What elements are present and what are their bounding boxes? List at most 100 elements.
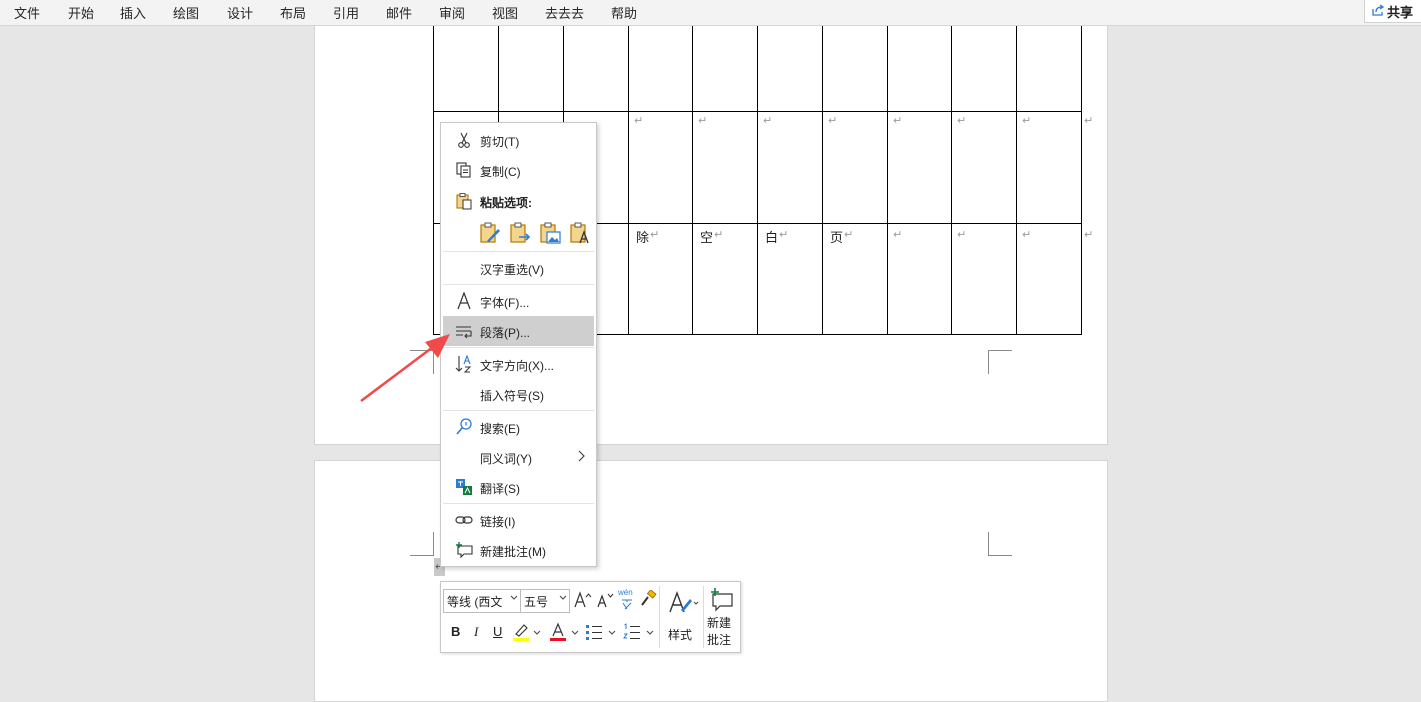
menu-item-text-direction[interactable]: 文字方向(X)... [443,349,594,379]
menu-item-insert-symbol[interactable]: 插入符号(S) [443,379,594,409]
tab-file[interactable]: 文件 [14,3,40,22]
link-icon [455,516,473,524]
menu-item-font[interactable]: 字体(F)... [443,286,594,316]
new-comment-icon [456,542,473,559]
font-name-value: 等线 (西文 [447,595,503,609]
crop-mark [988,350,1012,374]
font-name-dropdown[interactable]: 等线 (西文 [443,589,521,613]
menu-item-label: 汉字重选(V) [480,263,544,277]
tab-custom[interactable]: 去去去 [545,3,584,22]
numbering-icon[interactable] [623,623,641,641]
phonetic-guide-button[interactable]: wén [617,588,637,612]
table-cell-text: 除 [636,230,650,245]
bullets-icon[interactable] [585,623,603,641]
menu-item-label: 同义词(Y) [480,452,532,466]
menu-item-cut[interactable]: 剪切(T) [443,125,594,155]
highlight-icon[interactable] [512,622,530,642]
search-icon [456,418,472,435]
crop-mark [988,532,1012,556]
table-cell-text: 页 [830,230,844,245]
return-mark: ↵ [779,229,789,241]
new-comment-button[interactable]: 新建 批注 [705,584,739,650]
new-comment-icon [711,588,733,612]
styles-button[interactable]: 样式 [663,586,703,648]
table-border [433,111,1082,112]
chevron-down-icon[interactable] [533,628,541,638]
share-button[interactable]: 共享 [1364,0,1421,23]
tab-help[interactable]: 帮助 [611,3,637,22]
font-size-dropdown[interactable]: 五号 [520,589,570,613]
styles-icon [669,590,699,613]
menu-separator [443,284,594,285]
paste-picture-icon[interactable] [538,221,562,245]
table-border [822,26,823,335]
menu-item-label: 搜索(E) [480,422,520,436]
tab-view[interactable]: 视图 [492,3,518,22]
menu-item-link[interactable]: 链接(I) [443,505,594,535]
menu-item-synonyms[interactable]: 同义词(Y) [443,442,594,472]
menu-item-paste-options: 粘贴选项: [443,186,594,216]
menu-item-label: 链接(I) [480,515,516,529]
paste-keep-source-icon[interactable] [478,221,502,245]
grow-font-icon[interactable] [573,590,593,610]
bold-button[interactable]: B [451,624,460,639]
return-mark: ↵ [763,115,773,127]
table-border [433,26,434,335]
chevron-right-icon [578,450,585,462]
menu-item-translate[interactable]: 翻译(S) [443,472,594,502]
tab-mailings[interactable]: 邮件 [386,3,412,22]
tab-references[interactable]: 引用 [333,3,359,22]
format-painter-icon[interactable] [639,590,657,608]
menu-separator [443,503,594,504]
return-mark: ↵ [650,229,660,241]
toolbar-divider [703,586,704,648]
return-mark: ↵ [1022,115,1032,127]
return-mark: ↵ [893,229,903,241]
table-cell-text: 空 [700,230,714,245]
share-icon [1372,4,1385,16]
menu-item-label: 翻译(S) [480,482,520,496]
crop-mark [410,532,434,556]
return-mark: ↵ [957,229,967,241]
return-mark: ↵ [634,115,644,127]
paragraph-icon [456,326,472,339]
menu-item-reconvert[interactable]: 汉字重选(V) [443,253,594,283]
chevron-down-icon[interactable] [646,628,654,638]
font-icon [457,292,471,310]
italic-button[interactable]: I [474,624,478,640]
menu-item-search[interactable]: 搜索(E) [443,412,594,442]
return-mark: ↵ [1022,229,1032,241]
copy-icon [456,162,471,178]
return-mark: ↵ [844,229,854,241]
paste-merge-format-icon[interactable] [508,221,532,245]
shrink-font-icon[interactable] [595,590,615,610]
menu-item-copy[interactable]: 复制(C) [443,155,594,185]
table-border [887,26,888,335]
tab-draw[interactable]: 绘图 [173,3,199,22]
underline-button[interactable]: U [493,624,502,639]
tab-design[interactable]: 设计 [227,3,253,22]
menu-separator [443,410,594,411]
chevron-down-icon[interactable] [608,628,616,638]
ribbon-menu-bar: 文件 开始 插入 绘图 设计 布局 引用 邮件 审阅 视图 去去去 帮助 共享 [0,0,1421,26]
menu-item-label: 插入符号(S) [480,389,544,403]
table-border [1081,26,1082,335]
paste-text-only-icon[interactable] [568,221,592,245]
table-border [951,26,952,335]
tab-insert[interactable]: 插入 [120,3,146,22]
context-menu[interactable]: 剪切(T) 复制(C) 粘贴选项: 汉字重选(V) 字体(F)... 段落(P)… [440,122,597,567]
styles-label: 样式 [668,628,693,642]
toolbar-divider [659,586,660,648]
menu-item-paragraph[interactable]: 段落(P)... [443,316,594,346]
chevron-down-icon [510,595,518,600]
chevron-down-icon[interactable] [571,628,579,638]
font-color-icon[interactable] [549,622,567,642]
tab-layout[interactable]: 布局 [280,3,306,22]
tab-review[interactable]: 审阅 [439,3,465,22]
menu-item-label: 段落(P)... [480,326,530,340]
tab-home[interactable]: 开始 [68,3,94,22]
mini-toolbar[interactable]: 等线 (西文 五号 wén B I U 样式 新建 批注 [440,581,741,653]
menu-item-new-comment[interactable]: 新建批注(M) [443,535,594,565]
translate-icon [456,479,472,495]
phonetic-label: wén [618,588,633,597]
